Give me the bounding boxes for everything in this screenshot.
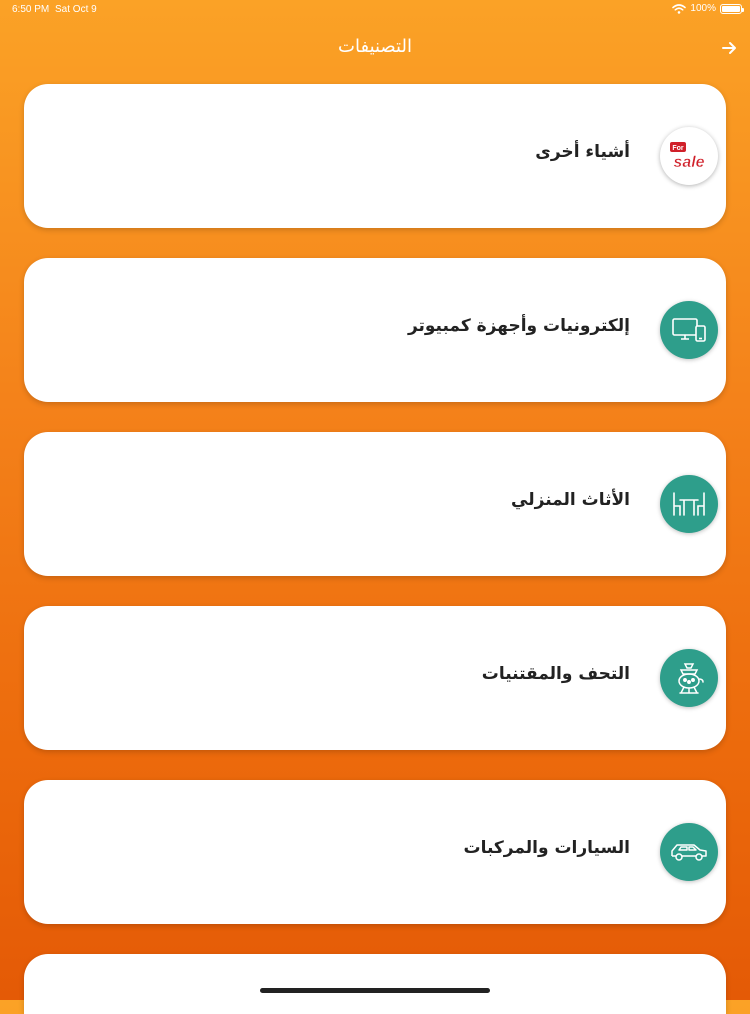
category-card-antiques[interactable]: التحف والمقتنيات: [24, 606, 726, 750]
for-sale-bottom-text: sale: [673, 154, 704, 171]
category-label: أشياء أخرى: [535, 142, 630, 162]
car-icon: [660, 823, 718, 881]
battery-percent: 100%: [690, 3, 716, 14]
category-card-partial[interactable]: [24, 954, 726, 1014]
page-title: التصنيفات: [338, 36, 412, 57]
category-card-furniture[interactable]: الأثاث المنزلي: [24, 432, 726, 576]
category-label: السيارات والمركبات: [463, 838, 631, 858]
for-sale-top-text: For: [672, 145, 684, 152]
furniture-icon: [660, 475, 718, 533]
battery-icon: [720, 3, 744, 14]
home-indicator: [260, 988, 490, 993]
status-bar: 6:50 PM Sat Oct 9 100%: [0, 0, 750, 22]
antique-icon: [660, 649, 718, 707]
category-card-electronics[interactable]: إلكترونيات وأجهزة كمبيوتر: [24, 258, 726, 402]
category-card-other[interactable]: For sale أشياء أخرى: [24, 84, 726, 228]
category-label: إلكترونيات وأجهزة كمبيوتر: [407, 316, 630, 336]
wifi-icon: [672, 3, 687, 14]
category-label: التحف والمقتنيات: [481, 664, 630, 684]
category-label: الأثاث المنزلي: [511, 490, 630, 510]
devices-icon: [660, 301, 718, 359]
arrow-right-icon[interactable]: [718, 38, 740, 58]
status-time: 6:50 PM: [12, 4, 50, 15]
category-card-vehicles[interactable]: السيارات والمركبات: [24, 780, 726, 924]
status-date: Sat Oct 9: [55, 4, 97, 15]
for-sale-icon: For sale: [660, 127, 718, 185]
category-list: For sale أشياء أخرى إلكترونيات وأجهزة كم…: [24, 84, 726, 1014]
status-indicators: 100%: [672, 3, 744, 14]
